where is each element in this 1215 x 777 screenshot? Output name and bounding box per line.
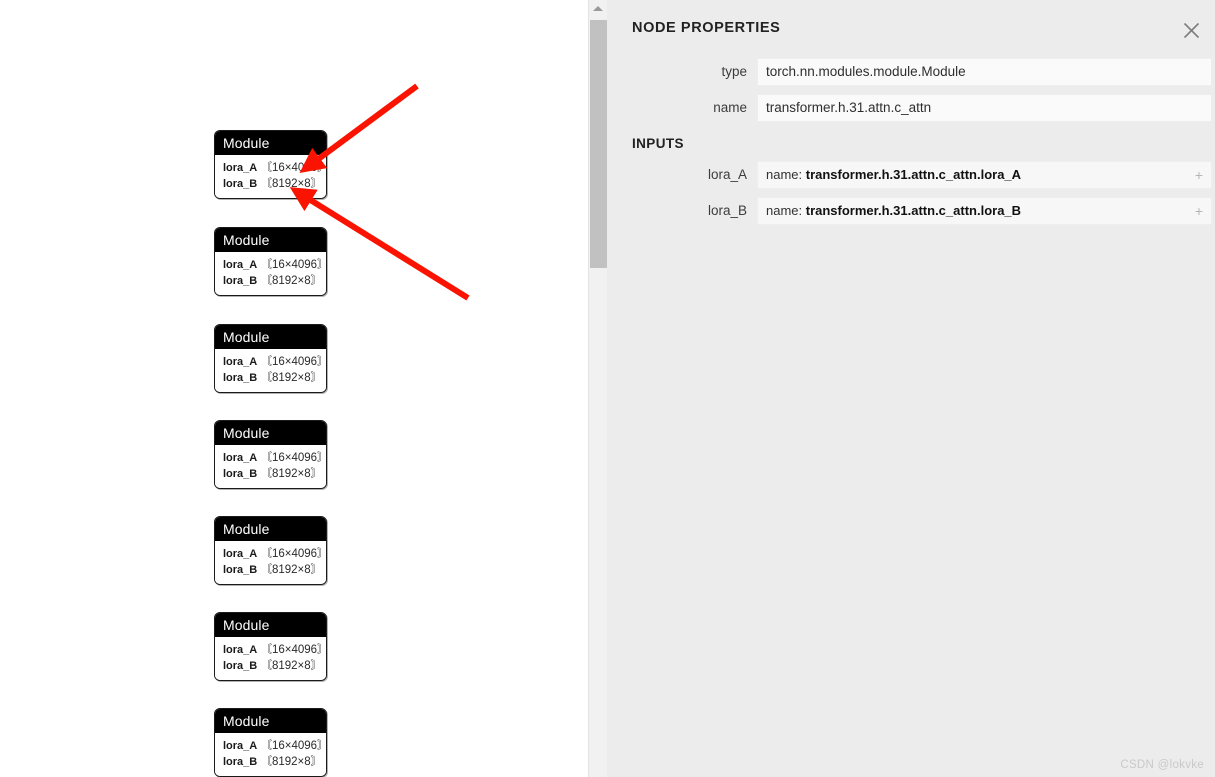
- graph-node-module[interactable]: Module lora_A 〘16×4096〙 lora_B 〘8192×8〙: [214, 227, 327, 296]
- graph-node-attribute: lora_A 〘16×4096〙: [223, 160, 326, 176]
- graph-node-header: Module: [215, 709, 326, 733]
- expand-input-button[interactable]: +: [1195, 162, 1203, 188]
- graph-node-attribute: lora_A 〘16×4096〙: [223, 738, 326, 754]
- graph-canvas[interactable]: Module lora_A 〘16×4096〙 lora_B 〘8192×8〙 Mod…: [0, 0, 588, 777]
- graph-node-attribute: lora_A 〘16×4096〙: [223, 546, 326, 562]
- graph-node-attribute: lora_A 〘16×4096〙: [223, 257, 326, 273]
- attribute-key: lora_B: [223, 756, 258, 768]
- property-label: type: [721, 64, 747, 79]
- input-name-label: name:: [766, 203, 806, 218]
- graph-node-module[interactable]: Module lora_A 〘16×4096〙 lora_B 〘8192×8〙: [214, 130, 327, 199]
- attribute-key: lora_B: [223, 660, 258, 672]
- attribute-value: 〘16×4096〙: [257, 452, 327, 464]
- attribute-key: lora_A: [223, 740, 258, 752]
- graph-node-attribute: lora_B 〘8192×8〙: [223, 273, 326, 289]
- graph-node-attribute: lora_B 〘8192×8〙: [223, 562, 326, 578]
- graph-node-attribute: lora_A 〘16×4096〙: [223, 354, 326, 370]
- graph-node-attribute: lora_A 〘16×4096〙: [223, 642, 326, 658]
- arrow-to-lora-a: [299, 83, 419, 173]
- graph-node-header: Module: [215, 517, 326, 541]
- watermark: CSDN @lokvke: [1120, 759, 1204, 771]
- attribute-key: lora_A: [223, 162, 258, 174]
- graph-node-attribute: lora_B 〘8192×8〙: [223, 466, 326, 482]
- attribute-value: 〘16×4096〙: [257, 548, 327, 560]
- attribute-value: 〘8192×8〙: [257, 564, 323, 576]
- graph-vertical-scrollbar[interactable]: [588, 0, 607, 777]
- graph-node-body: lora_A 〘16×4096〙 lora_B 〘8192×8〙: [215, 349, 326, 392]
- graph-node-header: Module: [215, 325, 326, 349]
- attribute-value: 〘16×4096〙: [257, 162, 327, 174]
- input-value[interactable]: name: transformer.h.31.attn.c_attn.lora_…: [757, 197, 1212, 225]
- scrollbar-thumb[interactable]: [590, 20, 607, 268]
- graph-node-module[interactable]: Module lora_A 〘16×4096〙 lora_B 〘8192×8〙: [214, 612, 327, 681]
- triangle-up-icon: [593, 6, 603, 11]
- attribute-value: 〘16×4096〙: [257, 740, 327, 752]
- attribute-key: lora_A: [223, 259, 258, 271]
- attribute-value: 〘8192×8〙: [257, 660, 323, 672]
- graph-node-attribute: lora_A 〘16×4096〙: [223, 450, 326, 466]
- graph-node-body: lora_A 〘16×4096〙 lora_B 〘8192×8〙: [215, 637, 326, 680]
- attribute-key: lora_A: [223, 452, 258, 464]
- graph-node-attribute: lora_B 〘8192×8〙: [223, 370, 326, 386]
- node-properties-list: type torch.nn.modules.module.Module name tr…: [607, 58, 1215, 122]
- attribute-value: 〘8192×8〙: [257, 756, 323, 768]
- attribute-key: lora_A: [223, 356, 258, 368]
- graph-node-body: lora_A 〘16×4096〙 lora_B 〘8192×8〙: [215, 733, 326, 776]
- close-icon: [1183, 22, 1199, 38]
- attribute-key: lora_B: [223, 178, 258, 190]
- graph-node-body: lora_A 〘16×4096〙 lora_B 〘8192×8〙: [215, 445, 326, 488]
- graph-node-header: Module: [215, 613, 326, 637]
- property-row-type: type torch.nn.modules.module.Module: [607, 58, 1212, 86]
- attribute-value: 〘8192×8〙: [257, 372, 323, 384]
- input-label: lora_A: [707, 167, 747, 182]
- graph-node-header: Module: [215, 228, 326, 252]
- attribute-key: lora_B: [223, 372, 258, 384]
- attribute-key: lora_B: [223, 468, 258, 480]
- graph-node-header: Module: [215, 421, 326, 445]
- graph-node-module[interactable]: Module lora_A 〘16×4096〙 lora_B 〘8192×8〙: [214, 516, 327, 585]
- attribute-value: 〘16×4096〙: [257, 644, 327, 656]
- property-value[interactable]: transformer.h.31.attn.c_attn: [757, 94, 1212, 122]
- input-value[interactable]: name: transformer.h.31.attn.c_attn.lora_…: [757, 161, 1212, 189]
- graph-node-header: Module: [215, 131, 326, 155]
- arrow-to-lora-b: [289, 187, 470, 301]
- input-row-lora_A: lora_A name: transformer.h.31.attn.c_attn…: [607, 161, 1212, 189]
- attribute-key: lora_B: [223, 275, 258, 287]
- input-tensor-name: transformer.h.31.attn.c_attn.lora_B: [805, 203, 1022, 218]
- property-row-name: name transformer.h.31.attn.c_attn: [607, 94, 1212, 122]
- graph-node-attribute: lora_B 〘8192×8〙: [223, 754, 326, 770]
- graph-node-attribute: lora_B 〘8192×8〙: [223, 176, 326, 192]
- graph-node-body: lora_A 〘16×4096〙 lora_B 〘8192×8〙: [215, 155, 326, 198]
- graph-node-module[interactable]: Module lora_A 〘16×4096〙 lora_B 〘8192×8〙: [214, 708, 327, 777]
- graph-node-attribute: lora_B 〘8192×8〙: [223, 658, 326, 674]
- graph-node-body: lora_A 〘16×4096〙 lora_B 〘8192×8〙: [215, 541, 326, 584]
- attribute-key: lora_A: [223, 644, 258, 656]
- close-button[interactable]: [1175, 14, 1207, 46]
- inputs-section-heading: INPUTS: [632, 136, 684, 151]
- graph-node-body: lora_A 〘16×4096〙 lora_B 〘8192×8〙: [215, 252, 326, 295]
- property-label: name: [713, 100, 747, 115]
- attribute-value: 〘16×4096〙: [257, 259, 327, 271]
- attribute-value: 〘16×4096〙: [257, 356, 327, 368]
- input-tensor-name: transformer.h.31.attn.c_attn.lora_A: [805, 167, 1022, 182]
- scroll-up-arrow-icon[interactable]: [589, 0, 607, 17]
- node-properties-panel: NODE PROPERTIES type torch.nn.modules.mod…: [607, 0, 1215, 777]
- node-inputs-list: lora_A name: transformer.h.31.attn.c_attn…: [607, 161, 1215, 225]
- page-title: NODE PROPERTIES: [632, 20, 781, 36]
- attribute-value: 〘8192×8〙: [257, 468, 323, 480]
- attribute-value: 〘8192×8〙: [257, 178, 323, 190]
- attribute-key: lora_B: [223, 564, 258, 576]
- input-name-label: name:: [766, 167, 806, 182]
- input-label: lora_B: [707, 203, 747, 218]
- expand-input-button[interactable]: +: [1195, 198, 1203, 224]
- attribute-value: 〘8192×8〙: [257, 275, 323, 287]
- input-row-lora_B: lora_B name: transformer.h.31.attn.c_attn…: [607, 197, 1212, 225]
- attribute-key: lora_A: [223, 548, 258, 560]
- property-value[interactable]: torch.nn.modules.module.Module: [757, 58, 1212, 86]
- graph-node-module[interactable]: Module lora_A 〘16×4096〙 lora_B 〘8192×8〙: [214, 324, 327, 393]
- graph-node-module[interactable]: Module lora_A 〘16×4096〙 lora_B 〘8192×8〙: [214, 420, 327, 489]
- panel-header: NODE PROPERTIES: [607, 0, 1215, 58]
